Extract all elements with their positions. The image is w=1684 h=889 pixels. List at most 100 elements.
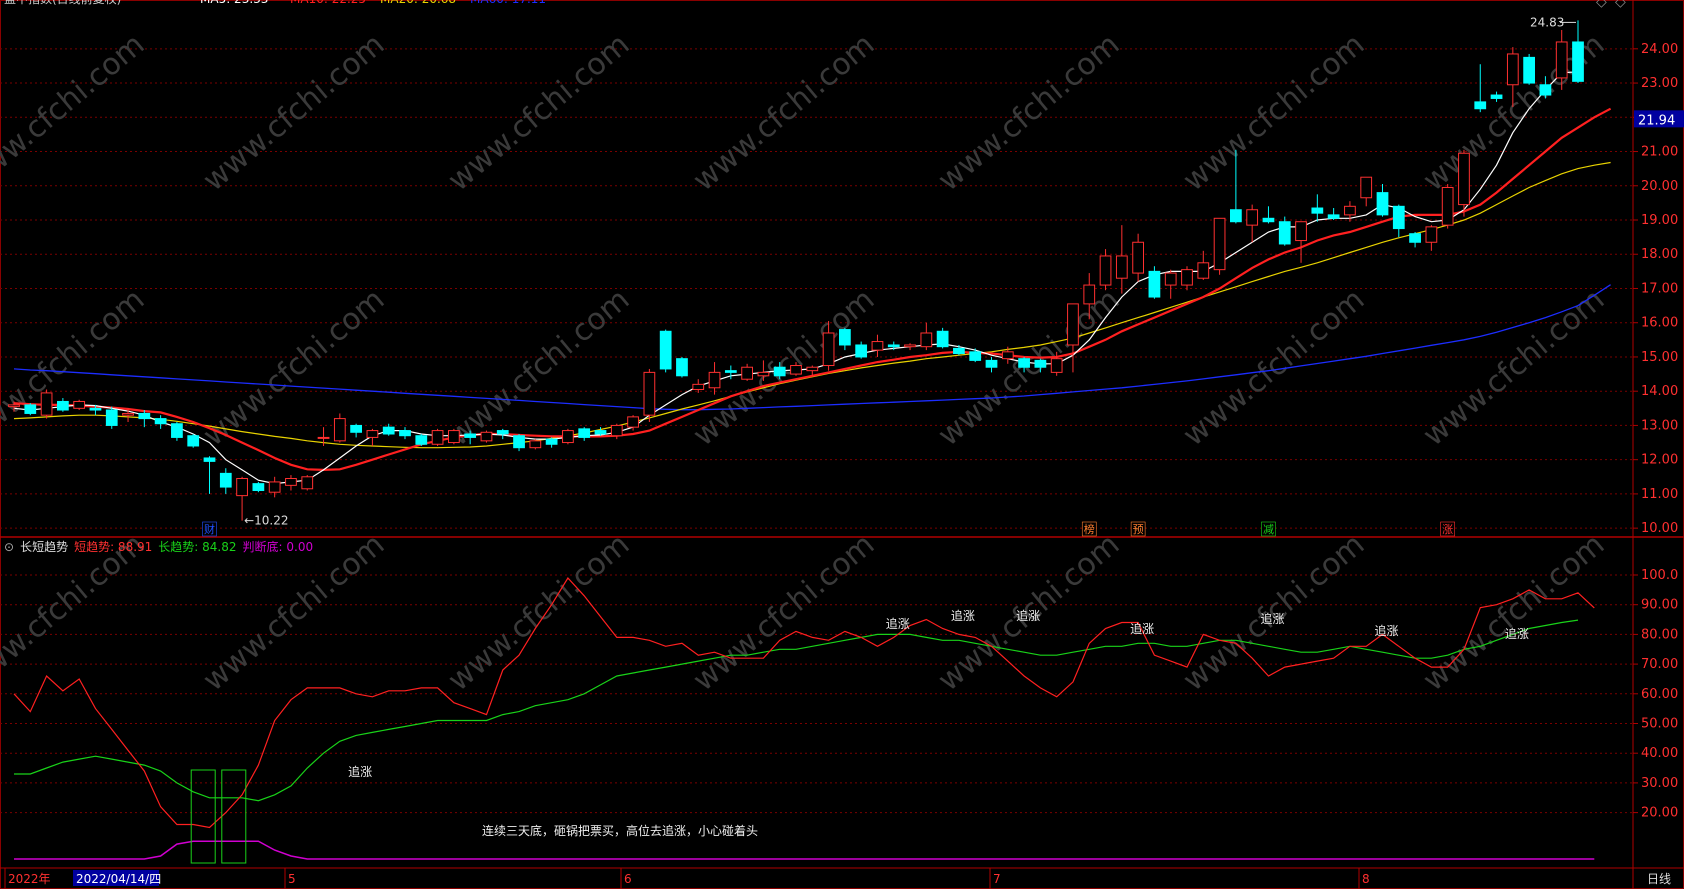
candle-body [1295, 221, 1307, 242]
candle-body [399, 430, 411, 437]
watermark-text: www.cfchi.com [932, 27, 1127, 198]
price-tick-label: 14.00 [1641, 384, 1678, 399]
candle-body [936, 330, 949, 348]
candle-body [105, 409, 118, 426]
price-tick-label: 18.00 [1641, 247, 1678, 262]
stock-chart[interactable]: www.cfchi.com www.cfchi.com www.cfchi.com w… [0, 0, 1684, 889]
candle-body [187, 435, 200, 447]
candle-body [464, 433, 477, 438]
candle-body [1490, 94, 1503, 99]
candle-body [447, 430, 460, 444]
candle-body [1099, 255, 1112, 286]
candlestick [203, 456, 216, 494]
candle-body [953, 347, 965, 355]
candle-body [24, 404, 37, 414]
candle-body [1132, 241, 1145, 274]
long-trend-label: 长趋势: 84.82 [158, 540, 237, 554]
candle-body [1555, 41, 1568, 79]
candle-body [578, 428, 591, 438]
chase-signal-label: 追涨 [348, 764, 372, 779]
candle-body [741, 366, 754, 380]
candlestick [692, 379, 705, 393]
watermark-text: www.cfchi.com [197, 282, 392, 453]
candle-body [855, 344, 868, 358]
watermark-text: www.cfchi.com [0, 27, 151, 198]
candle-body [154, 418, 167, 425]
candle-body [594, 430, 607, 435]
candle-body [219, 472, 232, 488]
chase-signal-label: 追涨 [1016, 608, 1040, 623]
candlestick [350, 423, 363, 438]
candlestick [40, 389, 53, 419]
watermark-text: www.cfchi.com [1417, 282, 1612, 453]
candle-body [1344, 205, 1356, 216]
candle-body [1001, 351, 1014, 360]
watermark-text: www.cfchi.com [442, 27, 637, 198]
candlestick [1213, 217, 1226, 275]
candle-body [317, 436, 330, 439]
watermark-text: www.cfchi.com [0, 282, 151, 453]
event-marker: 预 [1133, 523, 1144, 536]
candle-body [920, 332, 933, 348]
candlestick [1425, 225, 1438, 251]
candle-body [366, 430, 379, 438]
period-button: 日线 [1647, 872, 1671, 886]
chase-signal-label: 追涨 [1260, 611, 1284, 626]
candle-body [806, 366, 819, 372]
candlestick [1295, 221, 1307, 263]
candle-body [838, 329, 851, 346]
chase-signal-label: 追涨 [1505, 626, 1529, 641]
event-marker: 榜 [1084, 522, 1095, 536]
candle-body [171, 423, 183, 438]
candle-body [8, 404, 20, 408]
candle-body [1164, 272, 1177, 286]
candle-body [415, 435, 428, 445]
candle-body [757, 371, 770, 377]
watermark-text: www.cfchi.com [687, 527, 882, 698]
price-tick-label: 12.00 [1641, 453, 1678, 468]
candle-body [1474, 101, 1487, 110]
candlestick [415, 433, 428, 446]
watermark-text: www.cfchi.com [1177, 282, 1372, 453]
candlestick [513, 433, 525, 452]
candlestick [1327, 208, 1340, 221]
candlestick [1523, 53, 1536, 85]
candlestick [969, 348, 982, 363]
ma-value-label: MA5: 23.33 [200, 0, 268, 6]
collapse-icon[interactable]: ⊙ [4, 540, 14, 554]
candle-body [285, 478, 297, 486]
candle-body [708, 371, 721, 389]
candle-body [480, 431, 493, 442]
candle-body [676, 358, 688, 377]
candle-body [513, 435, 525, 449]
chart-title: 盘中指数(日线前复权) [4, 0, 121, 6]
candle-body [887, 344, 900, 348]
candlestick [659, 329, 672, 373]
indicator-tick-label: 60.00 [1641, 687, 1678, 702]
strategy-note: 连续三天底，砸锅把票买，高位去追涨，小心碰着头 [482, 823, 758, 838]
candle-body [969, 351, 982, 361]
candlestick [529, 439, 542, 450]
candle-body [1229, 209, 1242, 223]
price-tick-label: 24.00 [1641, 42, 1678, 57]
watermark-text: www.cfchi.com [1177, 27, 1372, 198]
candlestick [24, 403, 37, 416]
candle-body [138, 412, 151, 420]
candle-body [1539, 84, 1552, 96]
candlestick [382, 423, 395, 436]
indicator-tick-label: 80.00 [1641, 627, 1678, 642]
candlestick [838, 327, 851, 351]
candlestick [447, 428, 460, 445]
candlestick [496, 428, 509, 440]
price-tick-label: 13.00 [1641, 418, 1678, 433]
candlestick [301, 475, 314, 491]
candlestick [333, 413, 346, 443]
candle-body [1409, 233, 1421, 243]
candle-body [659, 330, 672, 370]
candlestick [1148, 266, 1161, 299]
candle-body [1083, 284, 1096, 305]
price-tick-label: 16.00 [1641, 316, 1678, 331]
candlestick [171, 422, 183, 441]
indicator-tick-label: 90.00 [1641, 598, 1678, 613]
indicator-name[interactable]: 长短趋势 [20, 540, 68, 554]
